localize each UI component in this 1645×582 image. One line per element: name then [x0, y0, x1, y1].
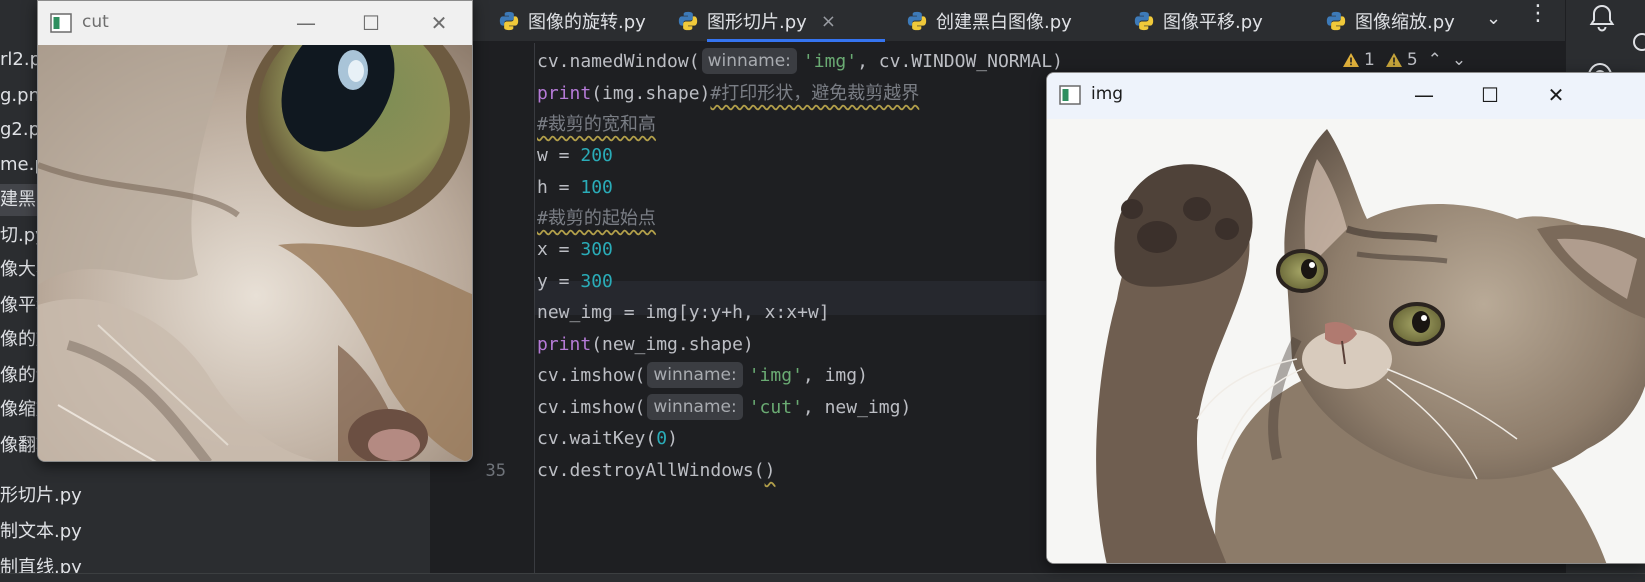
code-line[interactable]: print(new_img.shape): [537, 328, 754, 361]
tab-rotate[interactable]: 图像的旋转.py: [498, 0, 646, 42]
code-line[interactable]: cv.destroyAllWindows(): [537, 454, 775, 487]
tab-menu-icon[interactable]: ⋮: [1527, 0, 1549, 28]
python-file-icon: [1326, 11, 1346, 31]
window-title: img: [1091, 84, 1124, 104]
img-window[interactable]: img — ☐ ✕: [1046, 72, 1645, 564]
parameter-hint: winname:: [647, 394, 743, 420]
tab-translate[interactable]: 图像平移.py: [1133, 0, 1263, 42]
next-problem-icon[interactable]: ⌄: [1452, 50, 1466, 70]
code-line[interactable]: new_img = img[y:y+h, x:x+w]: [537, 296, 830, 329]
weak-warning-icon: [1385, 53, 1402, 67]
close-button[interactable]: ✕: [1541, 83, 1571, 107]
search-everywhere-icon[interactable]: [1630, 28, 1645, 58]
tab-scale[interactable]: 图像缩放.py: [1325, 0, 1455, 42]
close-tab-icon[interactable]: ×: [821, 11, 836, 32]
parameter-hint: winname:: [647, 362, 743, 388]
status-bar: [0, 573, 1645, 582]
warning-icon: [1343, 53, 1359, 67]
code-line[interactable]: cv.namedWindow(winname:'img', cv.WINDOW_…: [537, 45, 1063, 78]
window-title: cut: [82, 12, 109, 32]
opencv-window-icon: [50, 13, 72, 33]
maximize-button[interactable]: ☐: [356, 11, 386, 35]
tab-overflow-chevron-icon[interactable]: ⌄: [1486, 8, 1501, 29]
code-line[interactable]: print(img.shape)#打印形状，避免裁剪越界: [537, 77, 919, 110]
python-file-icon: [499, 11, 519, 31]
code-line-current[interactable]: y = 300: [537, 265, 613, 298]
tab-black-white[interactable]: 创建黑白图像.py: [906, 0, 1072, 42]
code-line[interactable]: cv.imshow(winname:'cut', new_img): [537, 391, 911, 424]
python-file-icon: [1134, 11, 1154, 31]
warnings-count: 1: [1342, 50, 1375, 70]
minimize-button[interactable]: —: [291, 11, 321, 35]
code-line[interactable]: w = 200: [537, 139, 613, 172]
code-line[interactable]: #裁剪的宽和高: [537, 108, 656, 141]
opencv-window-icon: [1059, 85, 1081, 105]
close-button[interactable]: ✕: [424, 11, 454, 35]
code-line[interactable]: x = 300: [537, 233, 613, 266]
cut-image-window[interactable]: cut — ☐ ✕: [37, 0, 473, 462]
weak-warnings-count: 5: [1385, 50, 1418, 70]
python-file-icon: [678, 11, 698, 31]
inspections-widget[interactable]: 1 5 ⌃ ⌄: [1342, 50, 1466, 70]
code-line[interactable]: #裁剪的起始点: [537, 202, 656, 235]
notifications-bell-icon[interactable]: [1586, 2, 1618, 34]
window-titlebar[interactable]: cut — ☐ ✕: [38, 1, 472, 45]
cat-photo-image: [1047, 119, 1645, 563]
minimize-button[interactable]: —: [1409, 83, 1439, 107]
tree-item[interactable]: 形切片.py: [0, 480, 430, 512]
cropped-cat-eye-image: [38, 45, 472, 461]
maximize-button[interactable]: ☐: [1475, 83, 1505, 107]
code-line[interactable]: cv.imshow(winname:'img', img): [537, 359, 868, 392]
editor-tab-bar: 图像的旋转.py 图形切片.py × 创建黑白图像.py 图像平移.py 图像缩…: [430, 0, 1565, 42]
line-number: 35: [485, 461, 506, 481]
parameter-hint: winname:: [701, 48, 797, 74]
active-tab-indicator: [707, 39, 885, 42]
window-titlebar[interactable]: img — ☐ ✕: [1047, 73, 1645, 119]
tree-item[interactable]: 制文本.py: [0, 516, 430, 548]
code-line[interactable]: cv.waitKey(0): [537, 422, 678, 455]
previous-problem-icon[interactable]: ⌃: [1428, 50, 1442, 70]
code-line[interactable]: h = 100: [537, 171, 613, 204]
python-file-icon: [907, 11, 927, 31]
tab-slice-active[interactable]: 图形切片.py ×: [677, 0, 836, 42]
